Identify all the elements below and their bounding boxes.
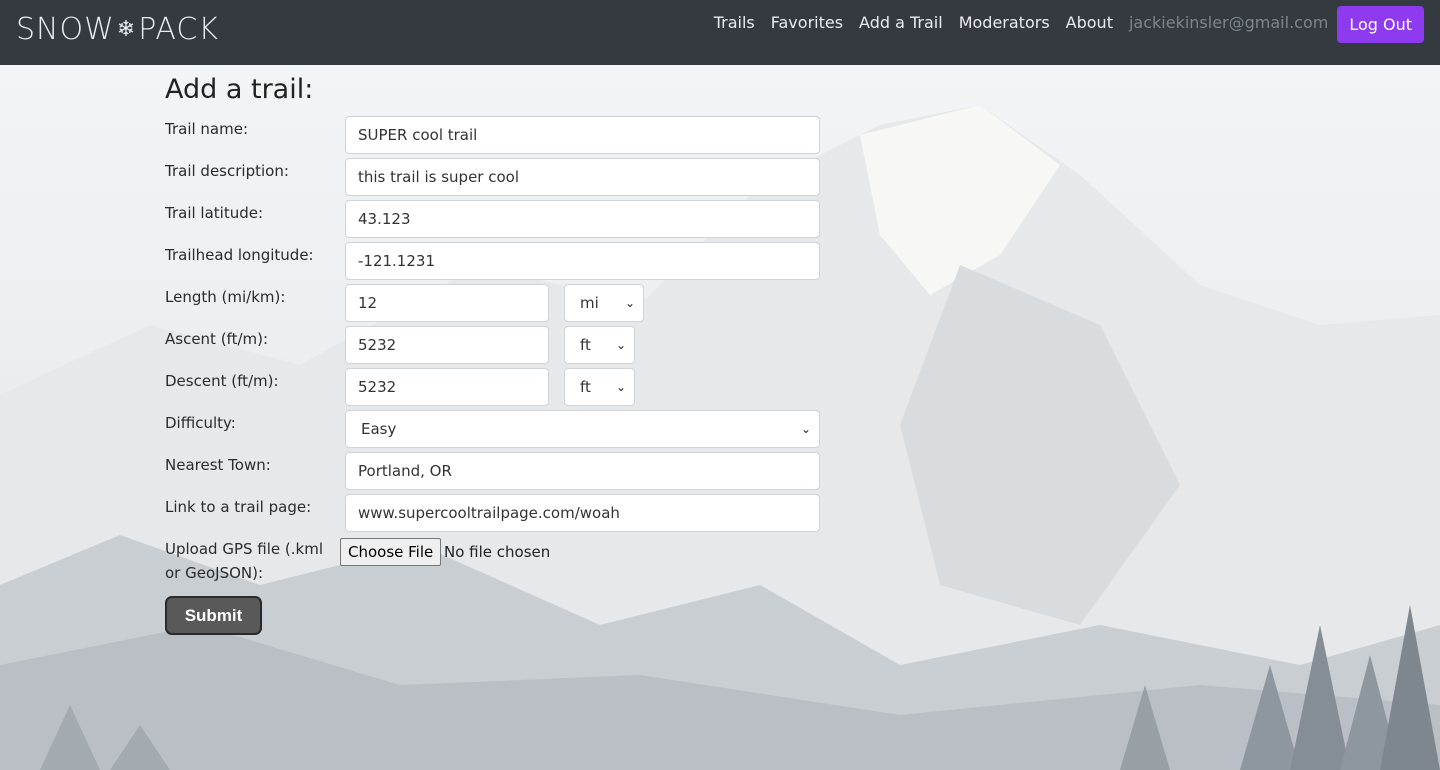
- submit-button[interactable]: Submit: [165, 596, 262, 635]
- nav-link-trails[interactable]: Trails: [714, 13, 755, 32]
- descent-label: Descent (ft/m):: [165, 372, 279, 390]
- gps-upload-row: Upload GPS file (.kml or GeoJSON): Choos…: [165, 537, 825, 585]
- nearest-town-row: Nearest Town: Portland, OR: [165, 452, 825, 490]
- trail-name-label: Trail name:: [165, 120, 249, 138]
- trail-latitude-row: Trail latitude: 43.123: [165, 200, 825, 238]
- difficulty-row: Difficulty: Easy ⌄: [165, 410, 825, 448]
- brand-right-text: PACK: [138, 12, 219, 47]
- nav-link-about[interactable]: About: [1066, 13, 1113, 32]
- chevron-down-icon: ⌄: [624, 296, 635, 310]
- gps-upload-label: Upload GPS file (.kml or GeoJSON):: [165, 540, 323, 582]
- page-title: Add a trail:: [165, 74, 314, 105]
- trail-link-row: Link to a trail page: www.supercooltrail…: [165, 494, 825, 532]
- file-status-text: No file chosen: [444, 543, 551, 561]
- length-unit-select[interactable]: mi ⌄: [564, 284, 644, 322]
- ascent-unit-select[interactable]: ft ⌄: [564, 326, 635, 364]
- difficulty-label: Difficulty:: [165, 414, 236, 432]
- trailhead-longitude-label: Trailhead longitude:: [165, 246, 314, 264]
- trail-latitude-input[interactable]: 43.123: [345, 200, 820, 238]
- chevron-down-icon: ⌄: [615, 380, 626, 394]
- length-row: Length (mi/km): 12 mi ⌄: [165, 284, 825, 322]
- descent-input[interactable]: 5232: [345, 368, 549, 406]
- length-unit-value: mi: [580, 294, 599, 312]
- chevron-down-icon: ⌄: [800, 422, 811, 436]
- trail-description-label: Trail description:: [165, 162, 289, 180]
- chevron-down-icon: ⌄: [615, 338, 626, 352]
- nearest-town-input[interactable]: Portland, OR: [345, 452, 820, 490]
- trail-name-input[interactable]: SUPER cool trail: [345, 116, 820, 154]
- trail-link-input[interactable]: www.supercooltrailpage.com/woah: [345, 494, 820, 532]
- trailhead-longitude-input[interactable]: -121.1231: [345, 242, 820, 280]
- user-email: jackiekinsler@gmail.com: [1128, 12, 1329, 32]
- trail-description-row: Trail description: this trail is super c…: [165, 158, 825, 196]
- logout-button[interactable]: Log Out: [1337, 5, 1424, 43]
- trail-description-input[interactable]: this trail is super cool: [345, 158, 820, 196]
- ascent-row: Ascent (ft/m): 5232 ft ⌄: [165, 326, 825, 364]
- trail-latitude-label: Trail latitude:: [165, 204, 264, 222]
- choose-file-button[interactable]: Choose File: [340, 538, 442, 566]
- trail-name-row: Trail name: SUPER cool trail: [165, 116, 825, 154]
- nav-link-moderators[interactable]: Moderators: [959, 13, 1050, 32]
- trailhead-longitude-row: Trailhead longitude: -121.1231: [165, 242, 825, 280]
- nearest-town-label: Nearest Town:: [165, 456, 271, 474]
- trail-link-label: Link to a trail page:: [165, 498, 312, 516]
- brand-logo[interactable]: SNOW ❄ PACK: [16, 12, 219, 47]
- nav-link-favorites[interactable]: Favorites: [771, 13, 843, 32]
- length-input[interactable]: 12: [345, 284, 549, 322]
- brand-left-text: SNOW: [16, 12, 115, 47]
- difficulty-select[interactable]: Easy ⌄: [345, 410, 820, 448]
- descent-row: Descent (ft/m): 5232 ft ⌄: [165, 368, 825, 406]
- ascent-label: Ascent (ft/m):: [165, 330, 269, 348]
- nav-link-add-a-trail[interactable]: Add a Trail: [859, 13, 943, 32]
- nav-links: Trails Favorites Add a Trail Moderators …: [698, 0, 1424, 44]
- snowflake-icon: ❄: [116, 17, 137, 42]
- top-navbar: SNOW ❄ PACK Trails Favorites Add a Trail…: [0, 0, 1440, 65]
- difficulty-value: Easy: [361, 420, 397, 438]
- ascent-unit-value: ft: [580, 336, 591, 354]
- descent-unit-value: ft: [580, 378, 591, 396]
- length-label: Length (mi/km):: [165, 288, 286, 306]
- ascent-input[interactable]: 5232: [345, 326, 549, 364]
- descent-unit-select[interactable]: ft ⌄: [564, 368, 635, 406]
